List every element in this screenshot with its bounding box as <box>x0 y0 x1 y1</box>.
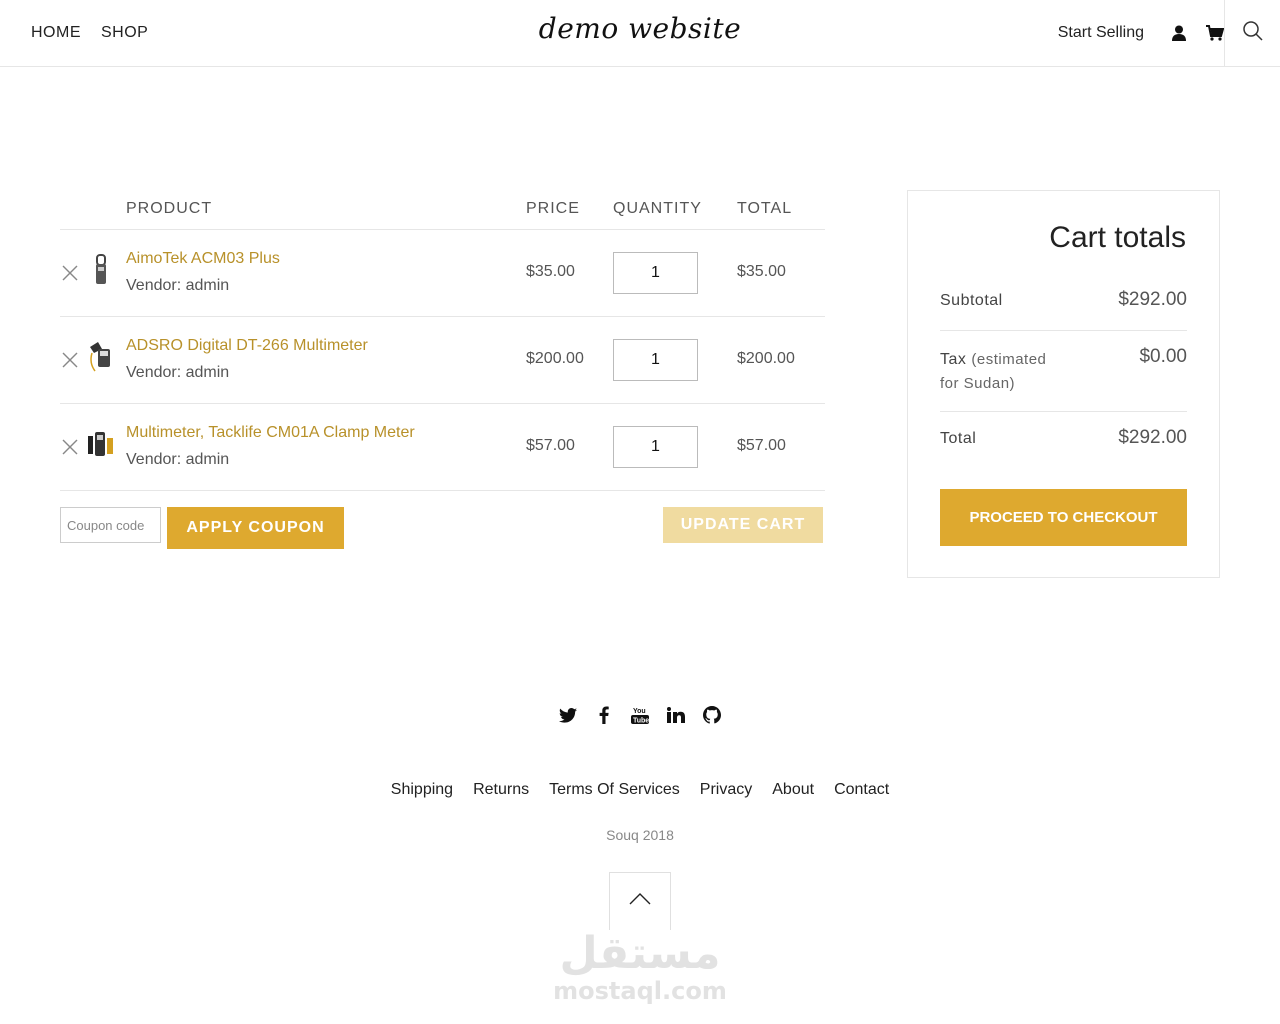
watermark-arabic: مستقل <box>559 928 721 979</box>
cart-totals-panel: Cart totals Subtotal $292.00 Tax (estima… <box>907 190 1220 578</box>
footer-link-about[interactable]: About <box>772 781 814 799</box>
watermark-url: mostaql.com <box>553 977 727 1005</box>
product-vendor: Vendor: admin <box>126 451 230 468</box>
footer-link-returns[interactable]: Returns <box>473 781 529 799</box>
product-price: $57.00 <box>526 437 575 454</box>
cart-row: ADSRO Digital DT-266 Multimeter Vendor: … <box>60 317 825 404</box>
linkedin-icon[interactable] <box>667 704 685 726</box>
github-icon[interactable] <box>703 704 721 726</box>
copyright-text: Souq 2018 <box>606 827 674 843</box>
nav-home[interactable]: HOME <box>31 24 81 42</box>
total-label: Total <box>940 430 977 447</box>
product-price: $200.00 <box>526 350 584 367</box>
cart-row: Multimeter, Tacklife CM01A Clamp Meter V… <box>60 404 825 491</box>
cart-table-header: PRODUCT PRICE QUANTITY TOTAL <box>60 190 825 230</box>
cart-icon[interactable] <box>1206 24 1224 42</box>
search-icon <box>1242 20 1264 47</box>
total-row: Total $292.00 <box>940 427 1187 457</box>
start-selling-link[interactable]: Start Selling <box>1058 24 1144 42</box>
tax-note: (estimated <box>971 351 1047 368</box>
tax-note: for Sudan) <box>940 375 1016 392</box>
col-product: PRODUCT <box>126 200 213 217</box>
apply-coupon-button[interactable]: APPLY COUPON <box>167 507 344 549</box>
site-header: HOME SHOP demo website Start Selling <box>0 0 1280 67</box>
product-price: $35.00 <box>526 263 575 280</box>
svg-text:Tube: Tube <box>633 718 649 725</box>
cart-table: PRODUCT PRICE QUANTITY TOTAL AimoTek ACM… <box>60 190 825 491</box>
nav-shop[interactable]: SHOP <box>101 24 148 42</box>
tax-label: Tax <box>940 351 967 368</box>
footer-links: Shipping Returns Terms Of Services Priva… <box>0 781 1280 799</box>
product-vendor: Vendor: admin <box>126 277 230 294</box>
product-name-link[interactable]: AimoTek ACM03 Plus <box>126 250 280 268</box>
subtotal-row: Subtotal $292.00 <box>940 289 1187 331</box>
product-thumbnail[interactable] <box>86 339 116 375</box>
footer-link-terms[interactable]: Terms Of Services <box>549 781 680 799</box>
quantity-input[interactable] <box>613 339 698 381</box>
update-cart-button[interactable]: UPDATE CART <box>663 507 823 543</box>
chevron-up-icon <box>628 892 652 911</box>
subtotal-label: Subtotal <box>940 292 1003 309</box>
product-total: $200.00 <box>737 350 795 367</box>
cart-totals-title: Cart totals <box>1049 221 1186 254</box>
product-vendor: Vendor: admin <box>126 364 230 381</box>
proceed-to-checkout-button[interactable]: PROCEED TO CHECKOUT <box>940 489 1187 546</box>
remove-item-icon[interactable] <box>62 352 78 368</box>
coupon-code-input[interactable] <box>60 507 161 543</box>
remove-item-icon[interactable] <box>62 439 78 455</box>
logo-text[interactable]: demo website <box>539 12 741 45</box>
footer-link-privacy[interactable]: Privacy <box>700 781 752 799</box>
youtube-icon[interactable]: You Tube <box>631 704 649 726</box>
col-price: PRICE <box>526 200 580 217</box>
tax-value: $0.00 <box>1139 346 1187 367</box>
product-name-link[interactable]: Multimeter, Tacklife CM01A Clamp Meter <box>126 424 415 442</box>
facebook-icon[interactable] <box>595 704 613 726</box>
social-links: You Tube <box>0 704 1280 726</box>
remove-item-icon[interactable] <box>62 265 78 281</box>
product-name-link[interactable]: ADSRO Digital DT-266 Multimeter <box>126 337 368 355</box>
svg-text:You: You <box>633 708 646 715</box>
main-nav: HOME SHOP <box>31 24 148 42</box>
back-to-top-button[interactable] <box>609 872 671 930</box>
subtotal-value: $292.00 <box>1118 289 1187 310</box>
product-total: $57.00 <box>737 437 786 454</box>
footer-link-contact[interactable]: Contact <box>834 781 889 799</box>
cart-row: AimoTek ACM03 Plus Vendor: admin $35.00 … <box>60 230 825 317</box>
watermark: مستقل mostaql.com <box>0 928 1280 1005</box>
footer-link-shipping[interactable]: Shipping <box>391 781 453 799</box>
total-value: $292.00 <box>1118 427 1187 448</box>
product-total: $35.00 <box>737 263 786 280</box>
tax-row: Tax (estimated for Sudan) $0.00 <box>940 331 1187 412</box>
search-button[interactable] <box>1224 0 1280 66</box>
product-thumbnail[interactable] <box>86 252 116 288</box>
product-thumbnail[interactable] <box>86 426 116 462</box>
user-icon[interactable] <box>1170 24 1188 42</box>
quantity-input[interactable] <box>613 252 698 294</box>
twitter-icon[interactable] <box>559 704 577 726</box>
col-quantity: QUANTITY <box>613 200 702 217</box>
header-actions: Start Selling <box>1058 0 1224 66</box>
quantity-input[interactable] <box>613 426 698 468</box>
col-total: TOTAL <box>737 200 793 217</box>
